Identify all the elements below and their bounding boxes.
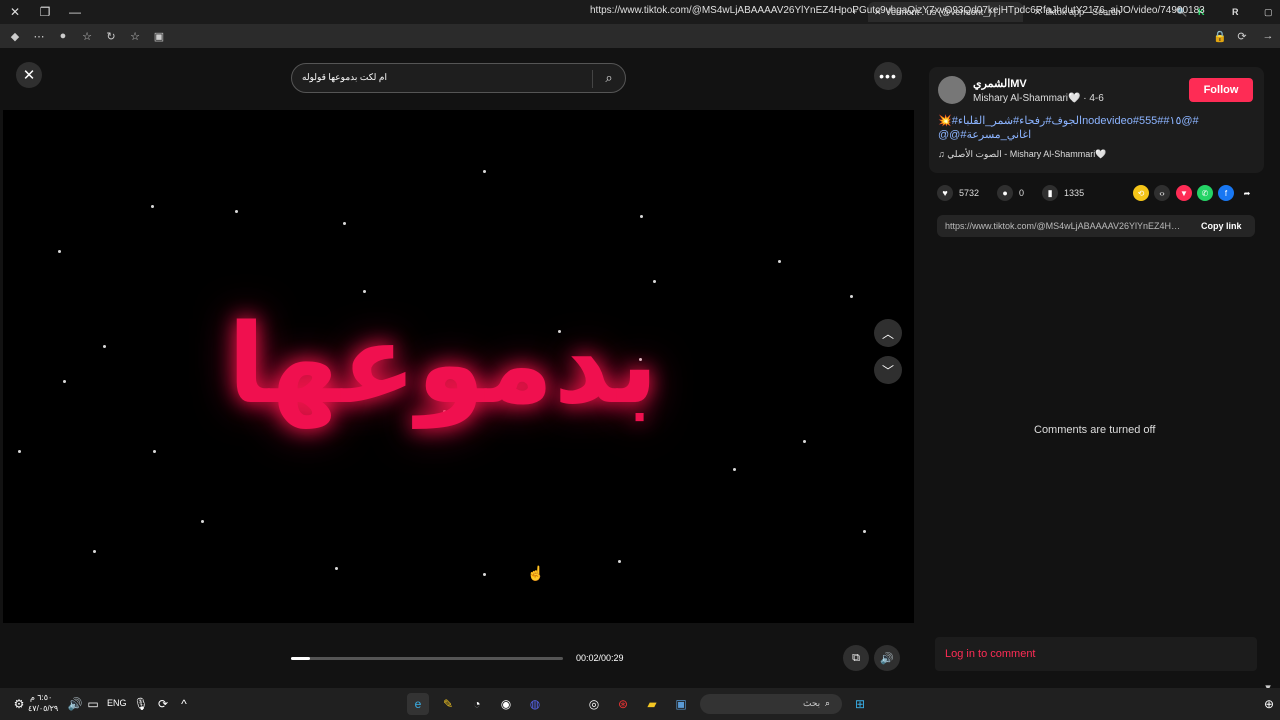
sync-icon[interactable]: ⟳ [152, 693, 174, 715]
more-options-button[interactable]: ••• [874, 62, 902, 90]
previous-video-button[interactable]: ︿ [874, 319, 902, 347]
whatsapp-icon[interactable]: ✆ [1197, 185, 1213, 201]
taskbar-search-icon[interactable]: ⌕ [825, 698, 830, 709]
store-icon[interactable]: ▣ [670, 693, 692, 715]
heart-icon[interactable]: ♥ [937, 185, 953, 201]
copilot-icon[interactable]: ◆ [3, 24, 27, 48]
close-window-icon[interactable]: ✕ [0, 0, 30, 24]
progress-fill [291, 657, 311, 660]
network-icon[interactable]: ▭ [82, 693, 104, 715]
comments-count: 0 [1019, 188, 1025, 198]
follow-button[interactable]: Follow [1189, 78, 1253, 102]
volume-icon[interactable]: 🔊 [874, 645, 900, 671]
search-bar[interactable]: ام لكت بدموعها قولوله ⌕ [291, 63, 626, 93]
steam-icon[interactable]: ◉ [495, 693, 517, 715]
video-link[interactable]: https://www.tiktok.com/@MS4wLjABAAAAV26Y… [945, 221, 1185, 231]
discord-icon[interactable]: ◍ [524, 693, 546, 715]
video-description[interactable]: #@١٥#nodevideo#555#الجوف#رفحاء#شمر_القلب… [938, 114, 1238, 142]
send-icon[interactable]: ▼ [1176, 185, 1192, 201]
minimize-icon[interactable]: — [60, 0, 90, 24]
nickname-date: Mishary Al-Shammari🤍 · 4-6 [973, 93, 1104, 104]
taskbar-search[interactable] [700, 694, 842, 714]
share-icon[interactable]: ➦ [1239, 185, 1255, 201]
clock-app-icon[interactable]: ◔ [466, 693, 488, 715]
url-field[interactable]: https://www.tiktok.com/@MS4wLjABAAAAV26Y… [590, 5, 1205, 16]
clock-time[interactable]: ٦:٥٠ م [30, 693, 52, 702]
lock-icon: 🔒 [1213, 30, 1227, 43]
music-link[interactable]: ♫ الصوت الأصلي - Mishary Al-Shammari🤍 [938, 149, 1106, 160]
collections-icon[interactable]: ▣ [147, 24, 171, 48]
comment-icon[interactable]: ● [997, 185, 1014, 201]
playback-time: 00:02/00:29 [576, 653, 624, 663]
search-icon[interactable]: ⌕ [600, 70, 618, 88]
copy-link-button[interactable]: Copy link [1201, 221, 1242, 231]
refresh-icon[interactable]: ⟳ [1230, 24, 1254, 48]
video-caption-text: بدموعها [227, 300, 659, 428]
saves-count: 1335 [1064, 188, 1085, 198]
favorites-icon[interactable]: ☆ [75, 24, 99, 48]
search-input[interactable]: ام لكت بدموعها قولوله [302, 72, 387, 83]
notification-icon[interactable]: ⊕ [1258, 693, 1280, 715]
chevron-up-icon[interactable]: ^ [173, 693, 195, 715]
forward-icon[interactable]: → [1256, 24, 1280, 48]
address-bar: ◆ ⋯ ● ☆ ↻ ☆ ▣ [0, 24, 1280, 48]
taskbar-search-placeholder: بحث [803, 698, 821, 708]
chrome-icon[interactable]: ◎ [583, 693, 605, 715]
more-menu-icon[interactable]: ⋯ [27, 24, 51, 48]
username[interactable]: الشمريMV [973, 77, 1027, 90]
red-app-icon[interactable]: ⊛ [612, 693, 634, 715]
facebook-icon[interactable]: f [1218, 185, 1234, 201]
settings-icon[interactable]: ⚙ [8, 693, 30, 715]
repost-icon[interactable]: ⟲ [1133, 185, 1149, 201]
windows-start-icon[interactable]: ⊞ [849, 693, 871, 715]
add-favorite-icon[interactable]: ☆ [123, 24, 147, 48]
language-indicator[interactable]: ENG [107, 698, 127, 708]
restore-icon[interactable]: ❐ [30, 0, 60, 24]
link-box: https://www.tiktok.com/@MS4wLjABAAAAV26Y… [937, 215, 1255, 237]
post-date: · 4-6 [1080, 93, 1104, 104]
nickname: Mishary Al-Shammari🤍 [973, 93, 1081, 104]
profile-avatar[interactable]: ● [51, 24, 75, 48]
clock-date[interactable]: ٤٧/٠٥/٢٩ [28, 704, 58, 713]
video-frame[interactable]: بدموعها [3, 110, 914, 623]
history-icon[interactable]: ↻ [99, 24, 123, 48]
stats-row: ♥ 5732 ● 0 ▮ 1335 [937, 185, 1084, 201]
comments-off-message: Comments are turned off [1034, 424, 1156, 436]
avatar[interactable] [938, 76, 966, 104]
file-explorer-icon[interactable]: ▰ [641, 693, 663, 715]
next-video-button[interactable]: ﹀ [874, 356, 902, 384]
r-extension-icon[interactable]: R [1226, 2, 1245, 22]
likes-count: 5732 [959, 188, 980, 198]
bookmark-icon[interactable]: ▮ [1042, 185, 1059, 201]
pip-icon[interactable]: ⧉ [843, 645, 869, 671]
edge-icon[interactable]: e [407, 693, 429, 715]
close-video-button[interactable]: ✕ [16, 62, 42, 88]
search-divider [592, 70, 593, 88]
pen-app-icon[interactable]: ✎ [437, 693, 459, 715]
mouse-cursor: ☝ [527, 565, 545, 581]
window-icon[interactable]: ▢ [1258, 2, 1279, 22]
embed-icon[interactable]: ‹› [1154, 185, 1170, 201]
microphone-icon[interactable]: 🎙 [130, 693, 152, 715]
login-box[interactable]: Log in to comment [935, 637, 1257, 671]
login-to-comment-link[interactable]: Log in to comment [945, 648, 1036, 660]
progress-bar[interactable] [291, 657, 563, 660]
